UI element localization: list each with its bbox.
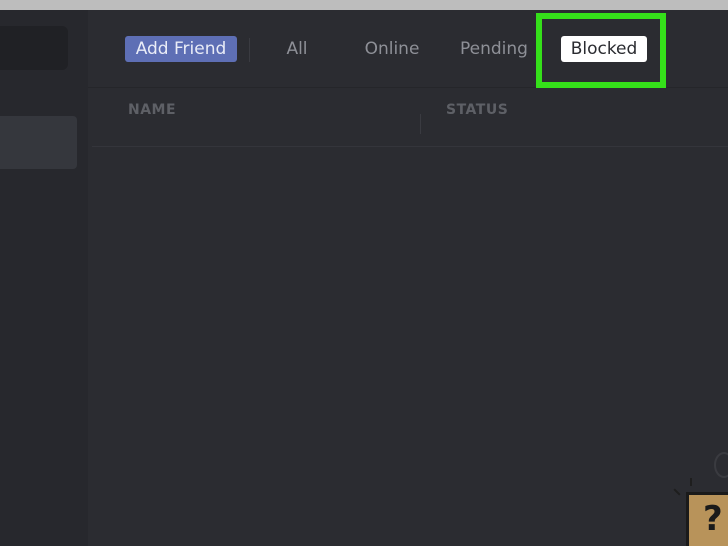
- sidebar-search-box[interactable]: [0, 26, 68, 70]
- tab-all[interactable]: All: [282, 36, 312, 62]
- sparkle-mark: [690, 478, 692, 486]
- question-mark-glyph: ?: [703, 499, 723, 539]
- blocked-tab-highlight: [536, 13, 666, 88]
- window-top-strip: [0, 0, 728, 10]
- question-mark-icon[interactable]: ?: [686, 492, 728, 546]
- gift-icon[interactable]: [714, 452, 728, 478]
- column-divider[interactable]: [420, 114, 421, 134]
- friends-panel: Add Friend All Online Pending Blocked: [88, 10, 728, 546]
- table-header-separator: [92, 146, 728, 147]
- tab-pending[interactable]: Pending: [459, 36, 529, 62]
- tab-online[interactable]: Online: [361, 36, 423, 62]
- column-header-name[interactable]: NAME: [128, 102, 176, 118]
- add-friend-button[interactable]: Add Friend: [125, 36, 237, 62]
- column-header-status[interactable]: STATUS: [446, 102, 508, 118]
- sidebar-item-friends-selected[interactable]: [0, 116, 77, 169]
- tab-divider: [249, 38, 250, 62]
- sidebar: [0, 10, 88, 546]
